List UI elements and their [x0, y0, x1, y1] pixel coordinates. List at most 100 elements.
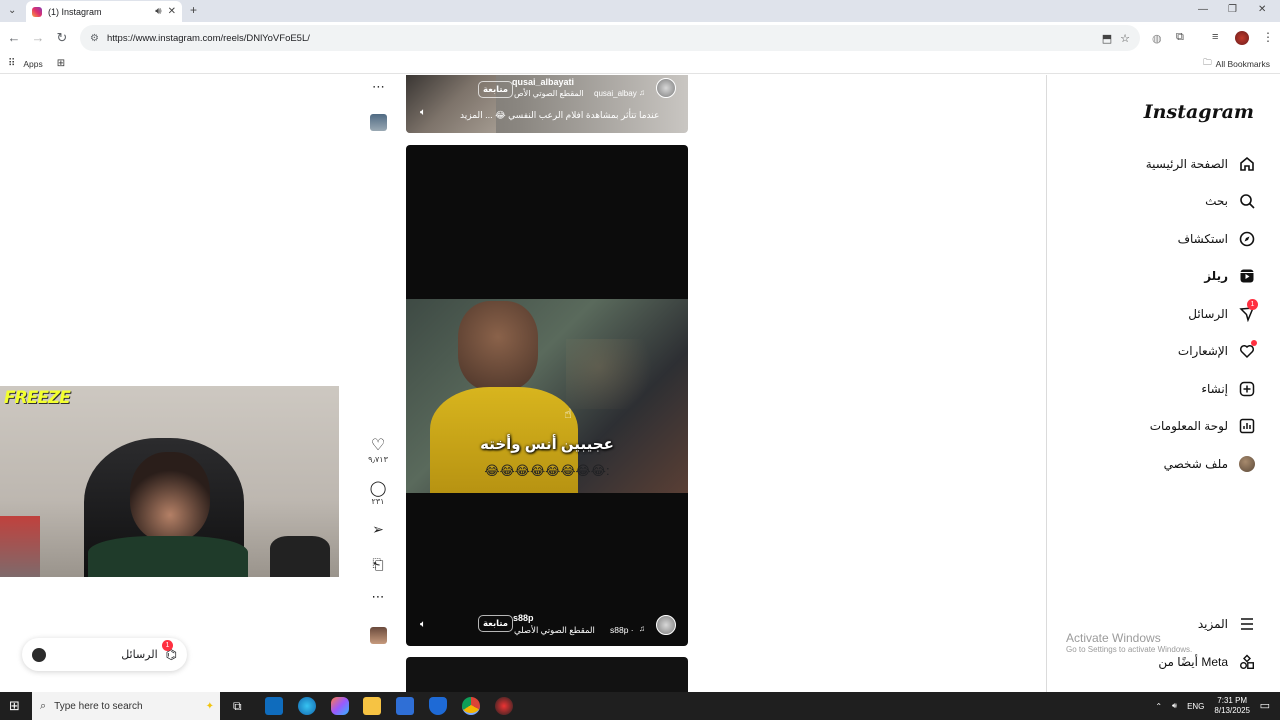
- messenger-icon: ⌬ 1: [162, 639, 177, 663]
- messages-icon: 1: [1238, 299, 1258, 323]
- reel-author-avatar[interactable]: [656, 615, 676, 635]
- obs-icon[interactable]: [495, 697, 513, 715]
- sidebar-nav: Instagram الصفحة الرئيسية بحث استكشاف ري…: [1046, 75, 1280, 692]
- back-icon[interactable]: ←: [2, 30, 26, 45]
- taskbar-search-placeholder: Type here to search: [54, 700, 143, 712]
- previous-reel[interactable]: qusai_albayati متابعة المقطع الصوتي الأص…: [406, 75, 688, 133]
- heart-icon: [1238, 340, 1257, 360]
- sidebar-item-label: المزيد: [1197, 617, 1228, 631]
- taskbar-search[interactable]: ⌕ Type here to search ✦: [32, 692, 220, 720]
- speaker-icon[interactable]: 🔊︎: [155, 6, 161, 17]
- close-tab-icon[interactable]: ✕: [168, 6, 176, 17]
- reel-audio-title[interactable]: المقطع الصوتي الأص: [514, 89, 584, 98]
- sidebar-item-reels[interactable]: ريلز: [1204, 263, 1256, 289]
- mute-icon[interactable]: 🔈︎: [420, 107, 426, 118]
- sidebar-item-label: الرسائل: [1188, 307, 1228, 321]
- language-indicator[interactable]: ENG: [1187, 702, 1204, 711]
- profile-avatar[interactable]: [1235, 31, 1249, 45]
- reload-icon[interactable]: ↻: [50, 30, 74, 46]
- follow-button[interactable]: متابعة: [478, 615, 514, 632]
- browser-tab[interactable]: (1) Instagram 🔊︎ ✕: [26, 1, 182, 22]
- file-explorer-icon[interactable]: [363, 697, 381, 715]
- create-icon: [1238, 380, 1256, 398]
- messages-pill-label: الرسائل: [121, 649, 158, 661]
- reel-audio-title[interactable]: المقطع الصوتي الأصلي: [514, 625, 595, 636]
- more-options-icon[interactable]: ⋯: [368, 589, 388, 605]
- site-info-icon[interactable]: ⚙: [90, 33, 99, 44]
- reel-author-avatar[interactable]: [656, 78, 676, 98]
- watermark-title: Activate Windows: [1066, 631, 1161, 645]
- messages-floating-button[interactable]: الرسائل ⌬ 1: [22, 638, 187, 671]
- hamburger-menu-icon: [1238, 615, 1256, 633]
- follow-button[interactable]: متابعة: [478, 81, 514, 98]
- share-icon[interactable]: ➢: [368, 521, 388, 538]
- sidebar-item-messages[interactable]: الرسائل 1: [1188, 299, 1258, 327]
- sidebar-item-search[interactable]: بحث: [1205, 188, 1256, 214]
- more-options-icon[interactable]: ⋯: [372, 79, 385, 95]
- sidebar-item-notifications[interactable]: الإشعارات: [1178, 338, 1257, 364]
- chrome-icon[interactable]: [462, 697, 480, 715]
- conversation-avatar: [32, 647, 46, 662]
- reel-username[interactable]: qusai_albayati: [512, 77, 574, 87]
- mute-icon[interactable]: 🔈︎: [420, 619, 426, 630]
- minimize-icon[interactable]: —: [1198, 5, 1208, 15]
- reel-caption[interactable]: عندما تتأثر بمشاهدة افلام الرعب النفسي 😂…: [460, 110, 659, 121]
- apps-grid-icon[interactable]: ⠿: [8, 58, 15, 69]
- windows-start-icon[interactable]: ⊞: [9, 698, 20, 714]
- media-control-icon[interactable]: ≡: [1212, 31, 1218, 43]
- apps-bookmark[interactable]: Apps: [23, 59, 42, 69]
- task-view-icon[interactable]: ⧉: [233, 699, 242, 714]
- tab-groups-icon[interactable]: ⊞: [57, 58, 65, 69]
- folder-icon: 🗀: [1203, 56, 1212, 67]
- like-button[interactable]: ♡ ٩٫٧١٣: [368, 435, 388, 464]
- edge-icon[interactable]: [298, 697, 316, 715]
- sidebar-item-explore[interactable]: استكشاف: [1178, 226, 1256, 252]
- outlook-icon[interactable]: [265, 697, 283, 715]
- streamer-head: [130, 452, 210, 542]
- sidebar-item-create[interactable]: إنشاء: [1201, 376, 1256, 402]
- notification-dot: [1251, 340, 1257, 346]
- url-field[interactable]: ⚙ https://www.instagram.com/reels/DNlYoV…: [80, 25, 1140, 51]
- install-app-icon[interactable]: ⬒: [1102, 32, 1112, 45]
- volume-icon[interactable]: 🔊︎: [1172, 701, 1177, 711]
- extensions-puzzle-icon[interactable]: ⧉: [1176, 31, 1184, 44]
- all-bookmarks[interactable]: 🗀 All Bookmarks: [1203, 57, 1270, 71]
- reel-audio-user[interactable]: s88p ·: [610, 625, 634, 635]
- reel-username[interactable]: s88p: [513, 613, 534, 623]
- webcam-overlay: FREEZE: [0, 386, 339, 577]
- bookmark-star-icon[interactable]: ☆: [1120, 32, 1130, 45]
- system-tray: ⌃ 🔊︎ ENG 7:31 PM 8/13/2025: [1155, 692, 1250, 720]
- sidebar-item-more[interactable]: المزيد: [1198, 611, 1256, 637]
- menu-dots-icon[interactable]: ⋮: [1262, 30, 1274, 44]
- next-reel[interactable]: [406, 657, 688, 697]
- clock[interactable]: 7:31 PM 8/13/2025: [1214, 696, 1250, 716]
- defender-icon[interactable]: [429, 697, 447, 715]
- reels-icon: [1238, 267, 1256, 285]
- current-reel[interactable]: عجيبين أنس وأخته 😂😂😂😂😂😂😂😂: 🔈︎ متابعة s88…: [406, 145, 688, 646]
- tray-chevron-icon[interactable]: ⌃: [1155, 702, 1162, 711]
- audio-thumbnail[interactable]: [370, 114, 387, 131]
- notification-center-icon[interactable]: ▭: [1260, 699, 1270, 712]
- tab-list-chevron-icon[interactable]: ⌄: [8, 6, 16, 16]
- store-icon[interactable]: [396, 697, 414, 715]
- home-icon: [1238, 155, 1256, 173]
- mouse-cursor-icon: ☝: [564, 406, 572, 421]
- restore-icon[interactable]: ❐: [1228, 5, 1237, 15]
- instagram-logo[interactable]: Instagram: [1144, 101, 1254, 123]
- reel-audio-user[interactable]: qusai_albay: [594, 89, 637, 98]
- copilot-icon[interactable]: [331, 697, 349, 715]
- close-window-icon[interactable]: ✕: [1258, 5, 1266, 15]
- sidebar-item-home[interactable]: الصفحة الرئيسية: [1146, 151, 1256, 177]
- sidebar-item-profile[interactable]: ملف شخصي: [1164, 451, 1256, 477]
- sidebar-item-dashboard[interactable]: لوحة المعلومات: [1150, 413, 1256, 439]
- meta-apps-icon: [1238, 653, 1256, 671]
- new-tab-icon[interactable]: +: [190, 4, 197, 16]
- search-highlight-icon: ✦: [205, 700, 214, 712]
- music-note-icon: ♫: [639, 88, 645, 97]
- sidebar-item-label: إنشاء: [1201, 382, 1228, 396]
- save-bookmark-icon[interactable]: ⎗: [368, 556, 388, 573]
- forward-icon[interactable]: →: [26, 30, 50, 45]
- comment-button[interactable]: ◯ ٢٣١: [368, 479, 388, 506]
- extension-icon[interactable]: ◍: [1152, 32, 1162, 45]
- audio-thumbnail[interactable]: [370, 627, 387, 644]
